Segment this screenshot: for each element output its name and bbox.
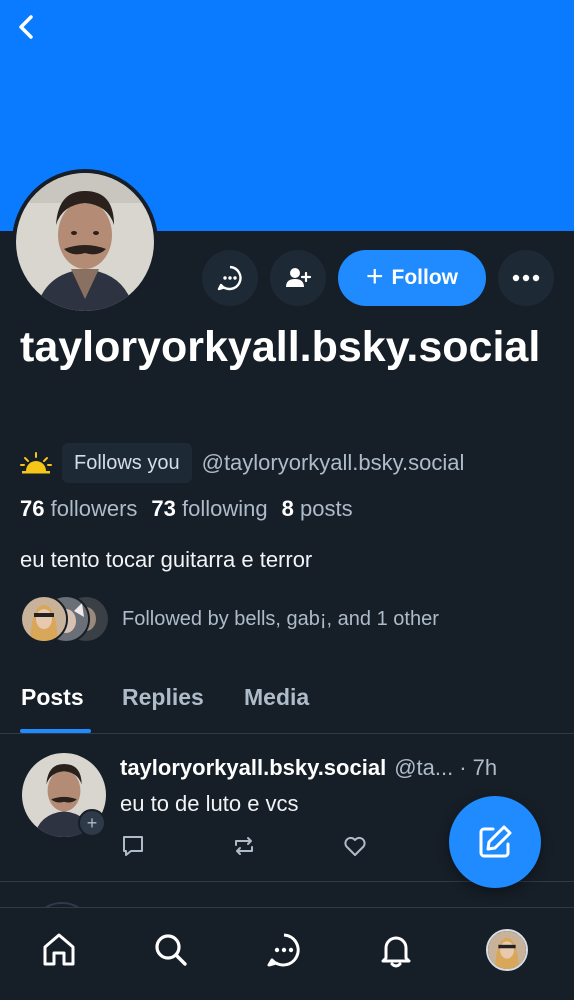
- handle-row: Follows you @tayloryorkyall.bsky.social: [20, 443, 464, 483]
- followers-label: followers: [50, 496, 138, 521]
- reply-icon[interactable]: [120, 833, 146, 859]
- chat-bubble-icon: [217, 265, 242, 291]
- followers-count: 76: [20, 496, 45, 521]
- following-stat[interactable]: 73 following: [151, 496, 267, 522]
- followed-by-row[interactable]: Followed by bells, gab¡, and 1 other: [20, 595, 439, 643]
- nav-home[interactable]: [37, 928, 81, 972]
- more-options-button[interactable]: [498, 250, 554, 306]
- post-text: eu to de luto e vcs: [120, 791, 299, 816]
- tab-posts[interactable]: Posts: [21, 684, 84, 711]
- repost-icon[interactable]: [231, 833, 257, 859]
- profile-stats: 76 followers 73 following 8 posts: [20, 496, 353, 522]
- nav-search[interactable]: [149, 928, 193, 972]
- tab-replies[interactable]: Replies: [122, 684, 204, 711]
- posts-count: 8: [281, 496, 294, 521]
- mutual-avatar: [20, 595, 68, 643]
- profile-action-row: + Follow: [0, 250, 574, 306]
- followed-by-text: Followed by bells, gab¡, and 1 other: [122, 607, 439, 630]
- compose-icon: [479, 825, 512, 858]
- bottom-navigation: [0, 907, 574, 1000]
- posts-label: posts: [300, 496, 353, 521]
- follow-button-label: Follow: [391, 266, 459, 289]
- message-button[interactable]: [202, 250, 258, 306]
- following-label: following: [182, 496, 268, 521]
- back-button[interactable]: [12, 12, 40, 42]
- follow-button[interactable]: + Follow: [338, 250, 486, 306]
- ellipsis-icon: [512, 274, 540, 282]
- nav-notifications[interactable]: [374, 928, 418, 972]
- like-icon[interactable]: [342, 833, 368, 859]
- search-icon: [155, 934, 187, 966]
- followers-stat[interactable]: 76 followers: [20, 496, 137, 522]
- post-author-handle: @ta...: [394, 755, 454, 780]
- post-header: tayloryorkyall.bsky.social @ta... · 7h: [120, 755, 560, 781]
- following-count: 73: [151, 496, 176, 521]
- chat-icon: [267, 933, 300, 967]
- profile-bio: eu tento tocar guitarra e terror: [20, 547, 313, 572]
- chevron-left-icon: [19, 15, 33, 39]
- active-tab-indicator: [20, 729, 91, 733]
- compose-post-button[interactable]: [449, 796, 541, 888]
- nav-chat[interactable]: [262, 928, 306, 972]
- profile-handle: @tayloryorkyall.bsky.social: [201, 450, 465, 475]
- home-icon: [43, 933, 75, 966]
- nav-profile[interactable]: [485, 928, 529, 972]
- profile-display-name: tayloryorkyall.bsky.social: [20, 323, 541, 371]
- plus-icon: +: [365, 259, 384, 293]
- post-actions: [120, 833, 380, 861]
- profile-tabs: Posts Replies Media: [0, 670, 574, 734]
- follow-author-plus-icon[interactable]: +: [78, 809, 106, 837]
- profile-avatar-icon: [486, 929, 528, 971]
- bell-icon: [381, 936, 411, 968]
- follows-you-badge: Follows you: [62, 443, 192, 483]
- tab-media[interactable]: Media: [244, 684, 309, 711]
- posts-stat: 8 posts: [282, 496, 353, 522]
- post-timestamp: · 7h: [459, 755, 498, 780]
- person-add-icon: [286, 268, 312, 287]
- add-user-button[interactable]: [270, 250, 326, 306]
- mutual-avatars: [20, 595, 110, 643]
- sunrise-icon: [20, 452, 52, 474]
- post-author-name[interactable]: tayloryorkyall.bsky.social: [120, 755, 386, 781]
